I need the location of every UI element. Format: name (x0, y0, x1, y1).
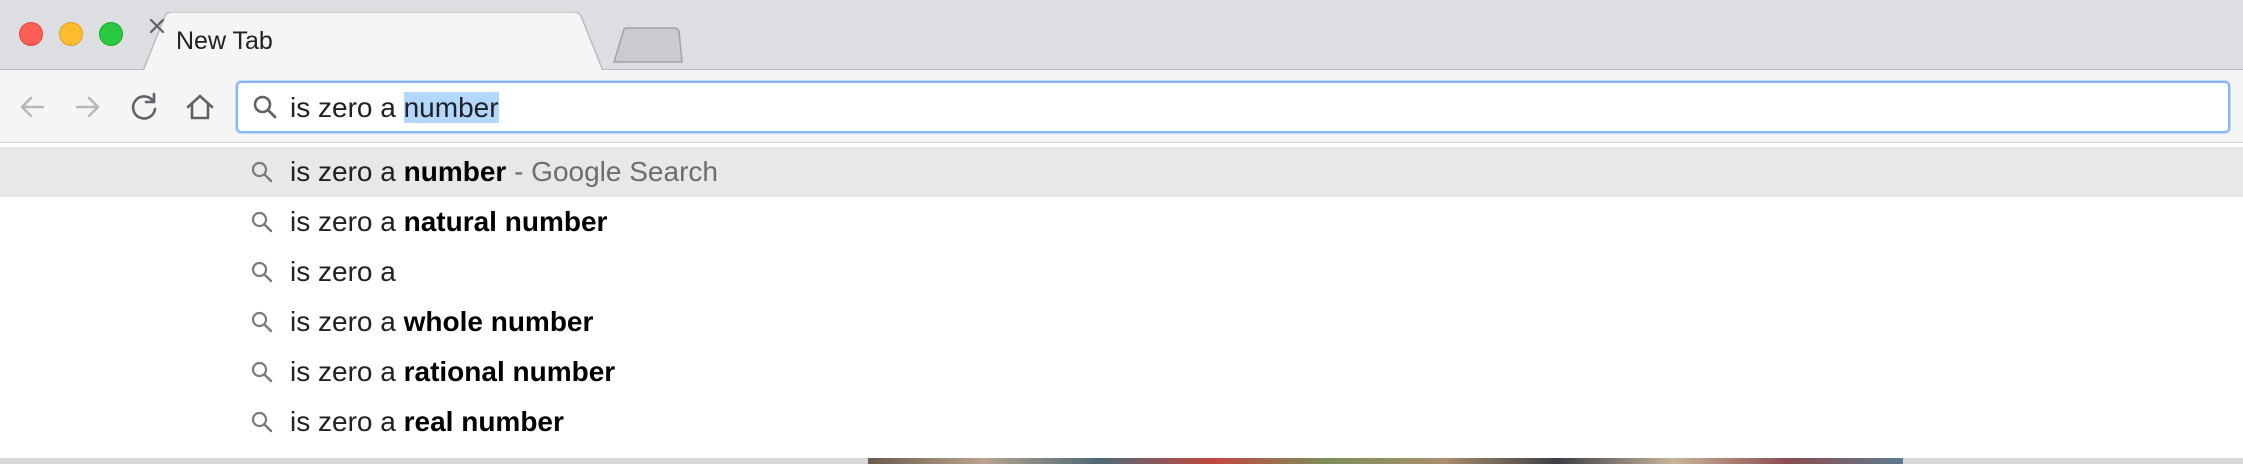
window-minimize-button[interactable] (59, 22, 83, 46)
suggestion-item[interactable]: is zero a natural number (0, 197, 2243, 247)
search-icon (251, 261, 273, 283)
suggestion-prefix: is zero a (290, 256, 396, 287)
tab-new-tab[interactable]: New Tab (143, 12, 603, 71)
search-icon (251, 411, 273, 433)
suggestion-text: is zero a real number (290, 406, 564, 438)
suggestion-item[interactable]: is zero a real number (0, 397, 2243, 447)
suggestion-item[interactable]: is zero a rational number (0, 347, 2243, 397)
suggestion-text: is zero a number - Google Search (290, 156, 718, 188)
search-icon (251, 361, 273, 383)
address-bar-input[interactable]: is zero a number (290, 92, 499, 123)
background-image (868, 458, 1903, 464)
suggestion-text: is zero a whole number (290, 306, 593, 338)
suggestion-prefix: is zero a (290, 206, 404, 237)
arrow-right-icon[interactable] (69, 88, 107, 126)
reload-icon[interactable] (125, 88, 163, 126)
address-bar[interactable]: is zero a number (236, 81, 2230, 133)
suggestion-item[interactable]: is zero a whole number (0, 297, 2243, 347)
suggestion-item[interactable]: is zero a number - Google Search (0, 147, 2243, 197)
search-icon (251, 161, 273, 183)
search-icon (253, 95, 277, 119)
omnibox-suggestions: is zero a number - Google Search is zero… (0, 147, 2243, 458)
search-icon (251, 311, 273, 333)
window-maximize-button[interactable] (99, 22, 123, 46)
suggestion-prefix: is zero a (290, 356, 404, 387)
suggestion-completion: whole number (403, 306, 594, 337)
suggestion-description: - Google Search (506, 156, 718, 187)
suggestion-text: is zero a natural number (290, 206, 607, 238)
autocomplete-selection: number (403, 92, 499, 123)
suggestion-item[interactable]: is zero a (0, 247, 2243, 297)
typed-text: is zero a (290, 92, 404, 123)
new-tab-icon[interactable] (612, 27, 684, 63)
suggestion-prefix: is zero a (290, 156, 404, 187)
page-content-edge (0, 458, 2243, 464)
close-icon[interactable] (143, 12, 171, 40)
tab-title: New Tab (176, 27, 273, 55)
suggestion-prefix: is zero a (290, 306, 404, 337)
title-bar: New Tab (0, 0, 2243, 71)
window-close-button[interactable] (19, 22, 43, 46)
toolbar: is zero a number (0, 70, 2243, 143)
suggestion-text: is zero a rational number (290, 356, 615, 388)
suggestion-prefix: is zero a (290, 406, 404, 437)
home-icon[interactable] (181, 88, 219, 126)
suggestion-completion: natural number (403, 206, 608, 237)
arrow-left-icon[interactable] (13, 88, 51, 126)
suggestion-completion: number (403, 156, 507, 187)
suggestion-completion: rational number (403, 356, 616, 387)
suggestion-text: is zero a (290, 256, 396, 288)
search-icon (251, 211, 273, 233)
suggestion-completion: real number (403, 406, 564, 437)
